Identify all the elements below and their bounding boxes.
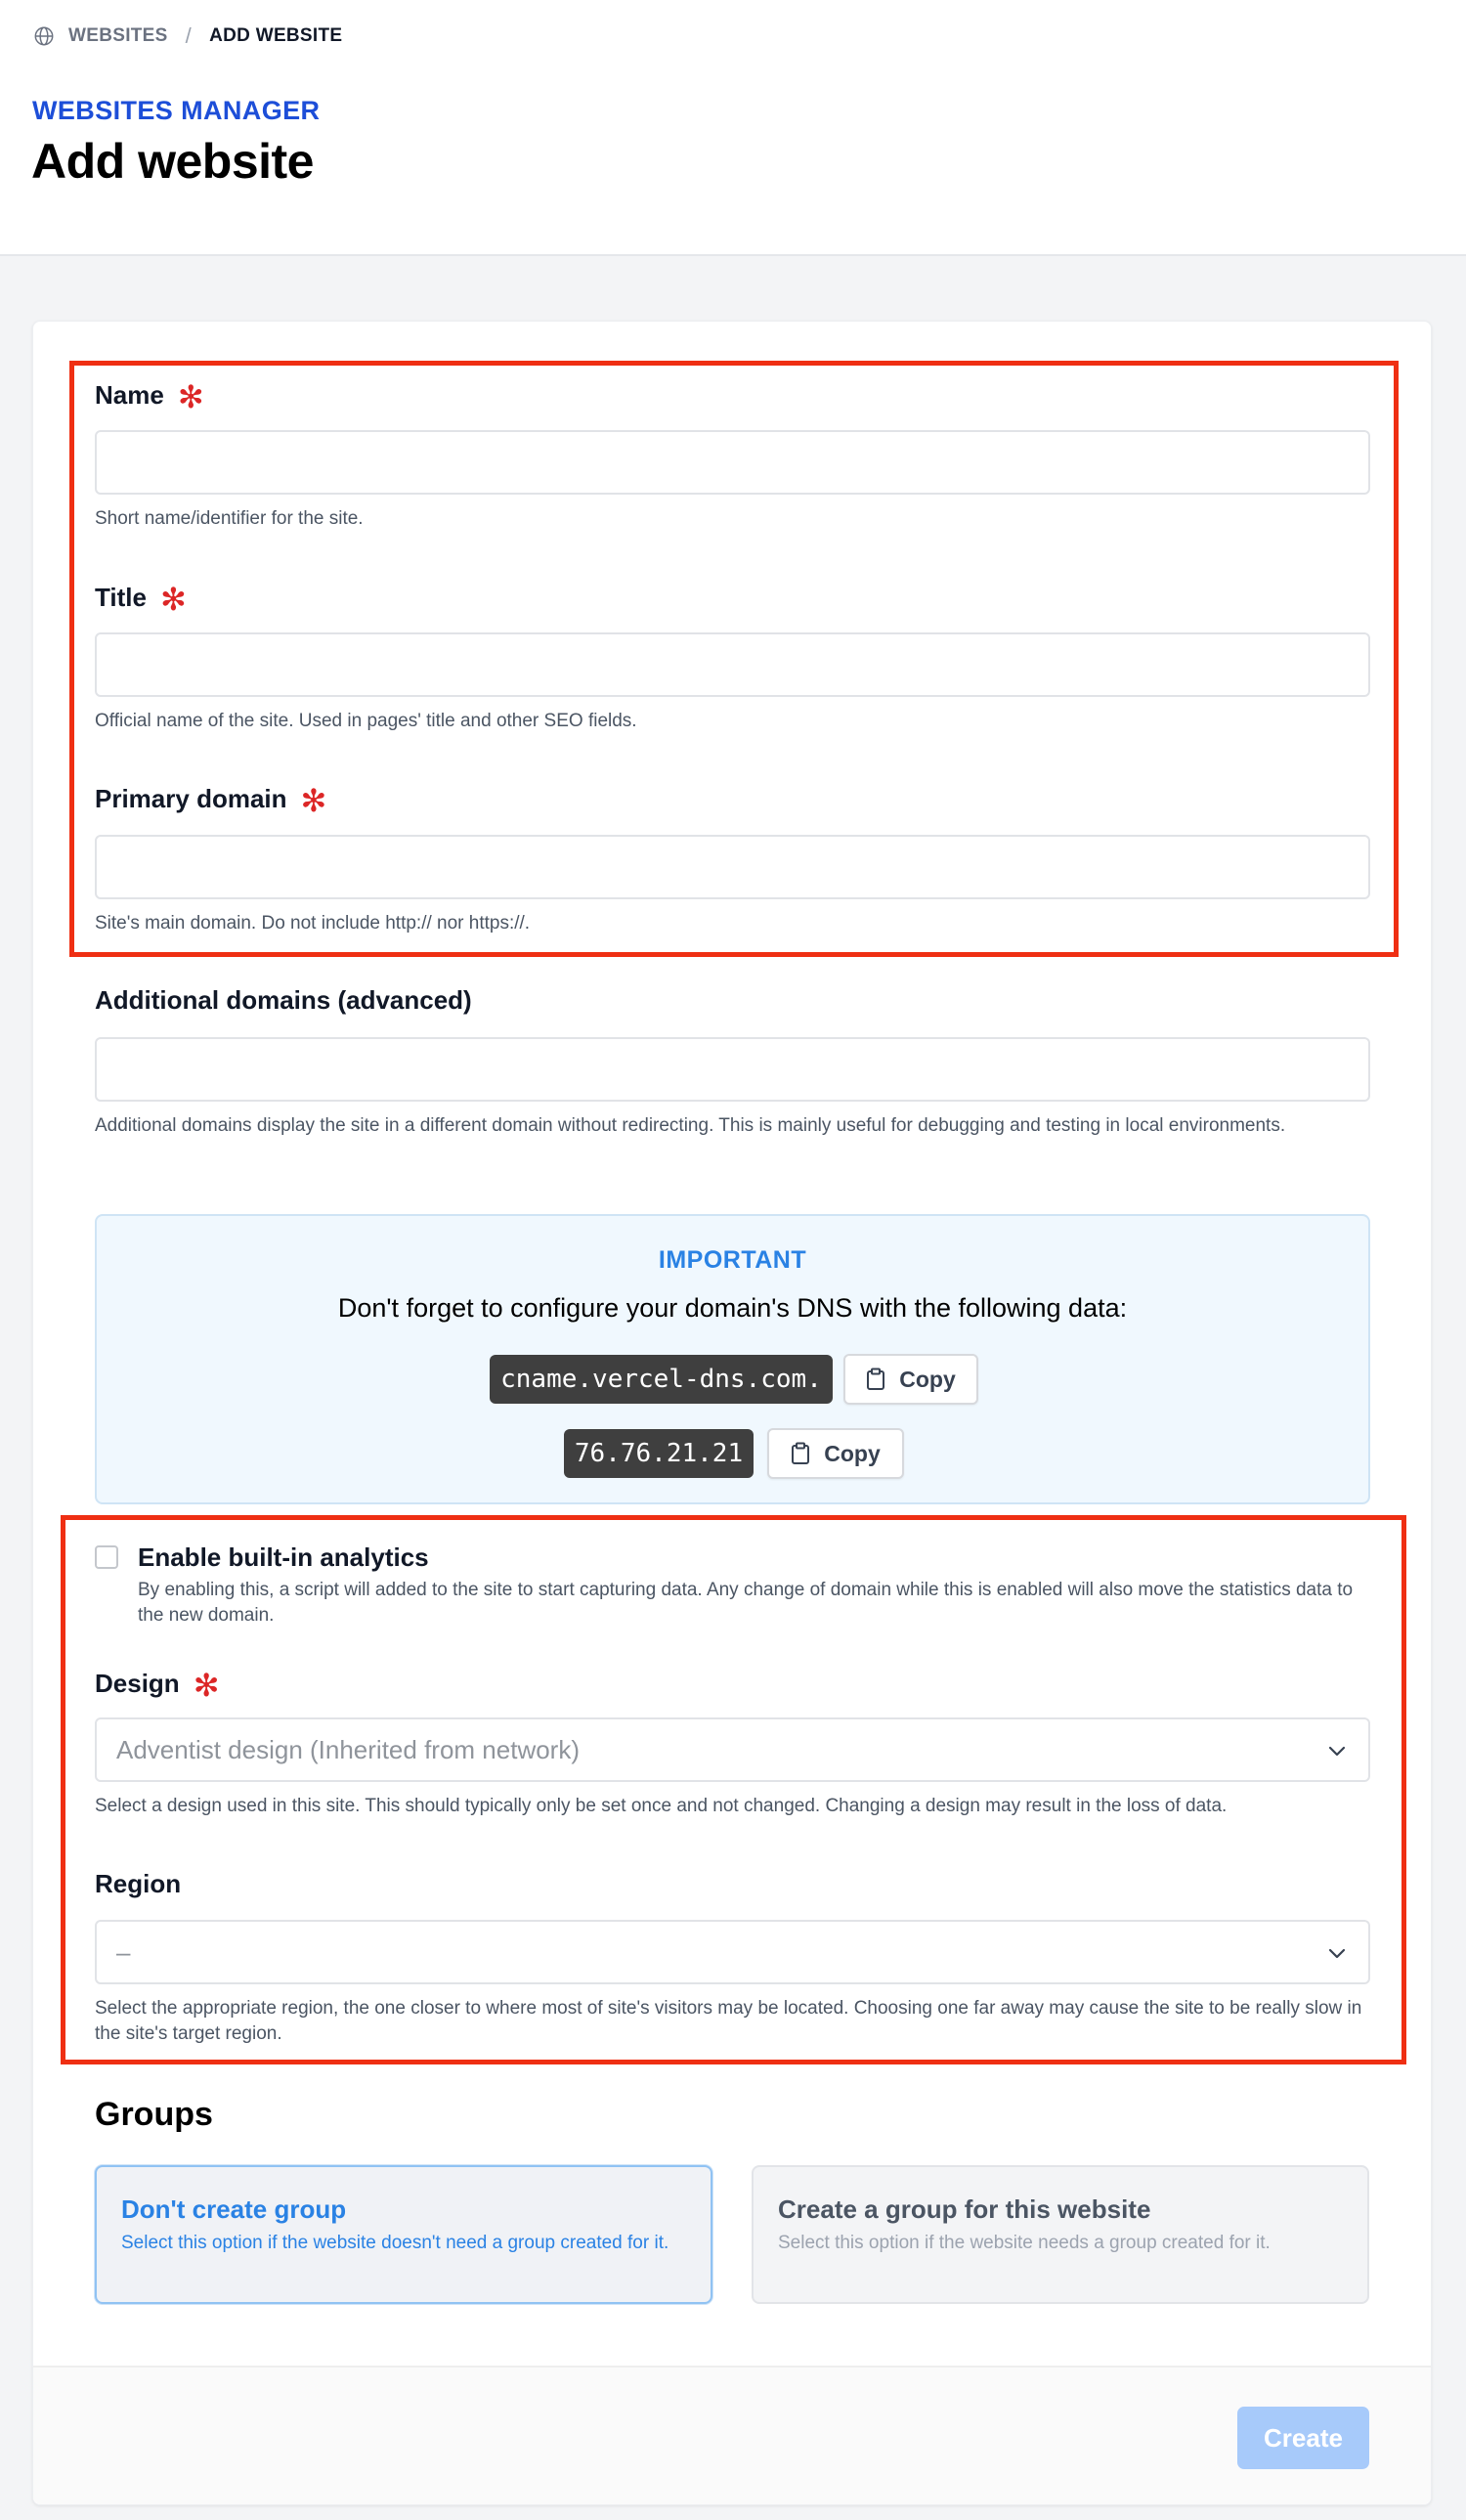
- copy-label: Copy: [899, 1366, 956, 1392]
- option-title: Don't create group: [121, 2194, 347, 2224]
- copy-a-record-button[interactable]: Copy: [767, 1428, 904, 1479]
- option-description: Select this option if the website doesn'…: [121, 2233, 669, 2253]
- create-button[interactable]: Create: [1237, 2407, 1369, 2469]
- copy-label: Copy: [824, 1440, 881, 1466]
- groups-title: Groups: [95, 2096, 213, 2133]
- additional-domains-label: Additional domains (advanced): [95, 985, 472, 1016]
- highlight-box: [61, 1515, 1406, 2064]
- clipboard-icon: [867, 1368, 885, 1390]
- important-title: IMPORTANT: [658, 1246, 807, 1274]
- form-footer: [33, 2366, 1431, 2504]
- page-header: WEBSITES / ADD WEBSITE WEBSITES MANAGER …: [0, 0, 1466, 256]
- page-title: Add website: [31, 134, 314, 189]
- breadcrumb: WEBSITES / ADD WEBSITE: [33, 22, 342, 51]
- option-title: Create a group for this website: [778, 2194, 1151, 2224]
- dns-a-record-value: 76.76.21.21: [564, 1429, 754, 1478]
- breadcrumb-current: ADD WEBSITE: [209, 25, 343, 46]
- additional-domains-label-text: Additional domains (advanced): [95, 985, 472, 1015]
- dns-cname-value: cname.vercel-dns.com.: [490, 1355, 833, 1404]
- option-dont-create-group[interactable]: Don't create group Select this option if…: [95, 2165, 712, 2304]
- additional-domains-help: Additional domains display the site in a…: [95, 1115, 1286, 1136]
- copy-cname-button[interactable]: Copy: [843, 1354, 978, 1405]
- option-create-group[interactable]: Create a group for this website Select t…: [752, 2165, 1369, 2304]
- globe-icon: [33, 25, 55, 47]
- breadcrumb-separator: /: [185, 23, 193, 48]
- highlight-box: [69, 361, 1399, 957]
- option-description: Select this option if the website needs …: [778, 2233, 1271, 2253]
- dns-info-box: IMPORTANT Don't forget to configure your…: [95, 1214, 1370, 1504]
- clipboard-icon: [792, 1442, 810, 1464]
- important-text: Don't forget to configure your domain's …: [337, 1293, 1128, 1323]
- section-label: WEBSITES MANAGER: [32, 96, 321, 125]
- additional-domains-input[interactable]: [95, 1037, 1370, 1102]
- breadcrumb-websites-link[interactable]: WEBSITES: [68, 25, 168, 47]
